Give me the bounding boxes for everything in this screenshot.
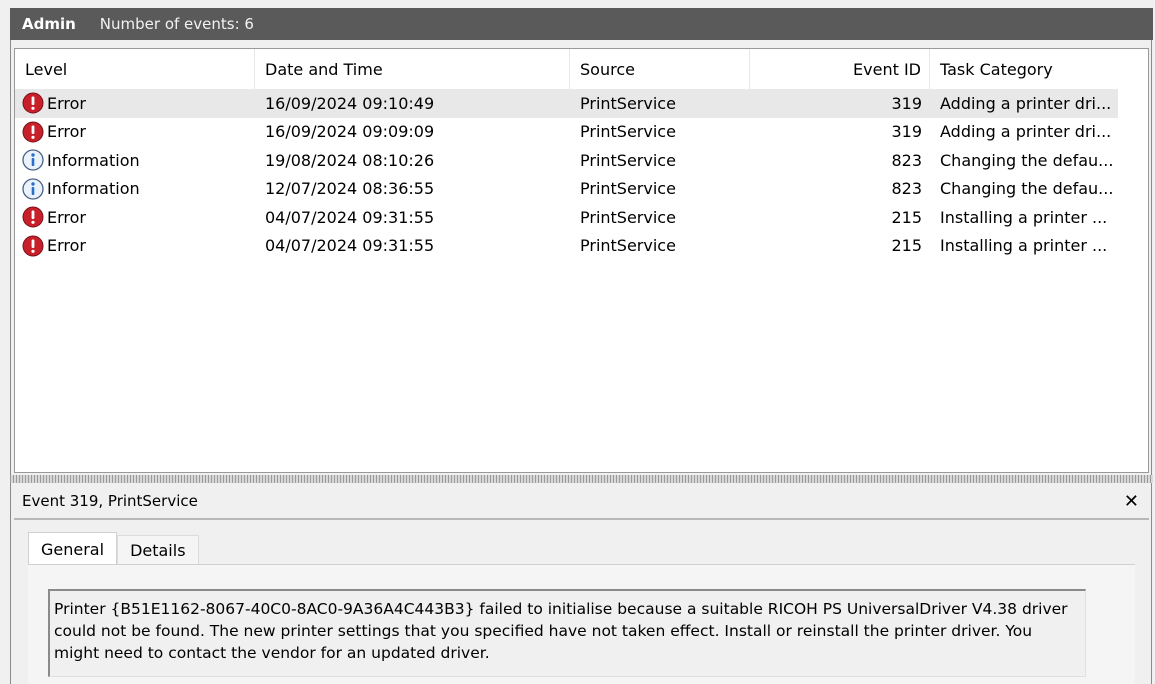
event-id-cell: 319	[891, 93, 922, 113]
event-id-cell: 215	[891, 207, 922, 227]
task-category-cell: Installing a printer ...	[940, 236, 1108, 256]
tab-general[interactable]: General	[28, 532, 118, 565]
date-time-cell: 04/07/2024 09:31:55	[265, 207, 435, 227]
information-icon	[22, 149, 44, 171]
event-count: Number of events: 6	[99, 15, 254, 33]
level-label: Error	[47, 93, 86, 113]
column-header-event-id[interactable]: Event ID	[750, 49, 930, 89]
frame-right-border	[1151, 40, 1152, 684]
table-row[interactable]: Error 04/07/2024 09:31:55 PrintService 2…	[15, 203, 1118, 232]
table-row[interactable]: Information 12/07/2024 08:36:55 PrintSer…	[15, 175, 1118, 204]
error-icon	[22, 235, 44, 257]
column-header-level[interactable]: Level	[15, 49, 255, 89]
event-message[interactable]: Printer {B51E1162-8067-40C0-8AC0-9A36A4C…	[48, 589, 1086, 677]
event-detail-header: Event 319, PrintService ✕	[14, 484, 1149, 520]
task-category-cell: Changing the defau...	[940, 150, 1114, 170]
level-label: Information	[47, 179, 140, 199]
log-title: Admin	[22, 15, 76, 33]
level-label: Error	[47, 122, 86, 142]
event-detail-title: Event 319, PrintService	[22, 492, 198, 510]
source-cell: PrintService	[580, 93, 676, 113]
frame-left-border	[10, 40, 11, 684]
task-category-cell: Installing a printer ...	[940, 207, 1108, 227]
tab-details[interactable]: Details	[117, 535, 199, 564]
table-row[interactable]: Error 04/07/2024 09:31:55 PrintService 2…	[15, 232, 1118, 261]
table-row[interactable]: Information 19/08/2024 08:10:26 PrintSer…	[15, 146, 1118, 175]
error-icon	[22, 92, 44, 114]
table-row[interactable]: Error 16/09/2024 09:09:09 PrintService 3…	[15, 118, 1118, 147]
task-category-cell: Adding a printer dri...	[940, 93, 1112, 113]
level-label: Error	[47, 236, 86, 256]
column-header-source[interactable]: Source	[570, 49, 750, 89]
column-header-date-time[interactable]: Date and Time	[255, 49, 570, 89]
table-row[interactable]: Error 16/09/2024 09:10:49 PrintService 3…	[15, 89, 1118, 118]
event-id-cell: 823	[891, 150, 922, 170]
information-icon	[22, 178, 44, 200]
event-id-cell: 319	[891, 122, 922, 142]
task-category-cell: Changing the defau...	[940, 179, 1114, 199]
event-id-cell: 823	[891, 179, 922, 199]
detail-tabs: General Details	[28, 532, 199, 565]
general-tab-panel: Printer {B51E1162-8067-40C0-8AC0-9A36A4C…	[28, 564, 1135, 684]
source-cell: PrintService	[580, 179, 676, 199]
error-icon	[22, 121, 44, 143]
date-time-cell: 16/09/2024 09:09:09	[265, 122, 435, 142]
level-label: Information	[47, 150, 140, 170]
table-header: Level Date and Time Source Event ID Task…	[15, 49, 1118, 89]
level-label: Error	[47, 207, 86, 227]
source-cell: PrintService	[580, 122, 676, 142]
task-category-cell: Adding a printer dri...	[940, 122, 1112, 142]
log-header-bar: Admin Number of events: 6	[10, 8, 1153, 40]
error-icon	[22, 206, 44, 228]
close-icon[interactable]: ✕	[1124, 491, 1139, 512]
date-time-cell: 12/07/2024 08:36:55	[265, 179, 435, 199]
source-cell: PrintService	[580, 207, 676, 227]
date-time-cell: 16/09/2024 09:10:49	[265, 93, 435, 113]
date-time-cell: 04/07/2024 09:31:55	[265, 236, 435, 256]
source-cell: PrintService	[580, 236, 676, 256]
table-body: Error 16/09/2024 09:10:49 PrintService 3…	[15, 89, 1118, 260]
date-time-cell: 19/08/2024 08:10:26	[265, 150, 435, 170]
event-id-cell: 215	[891, 236, 922, 256]
column-header-task-category[interactable]: Task Category	[930, 49, 1118, 89]
source-cell: PrintService	[580, 150, 676, 170]
pane-splitter[interactable]	[10, 475, 1153, 483]
events-table[interactable]: Level Date and Time Source Event ID Task…	[14, 48, 1149, 473]
